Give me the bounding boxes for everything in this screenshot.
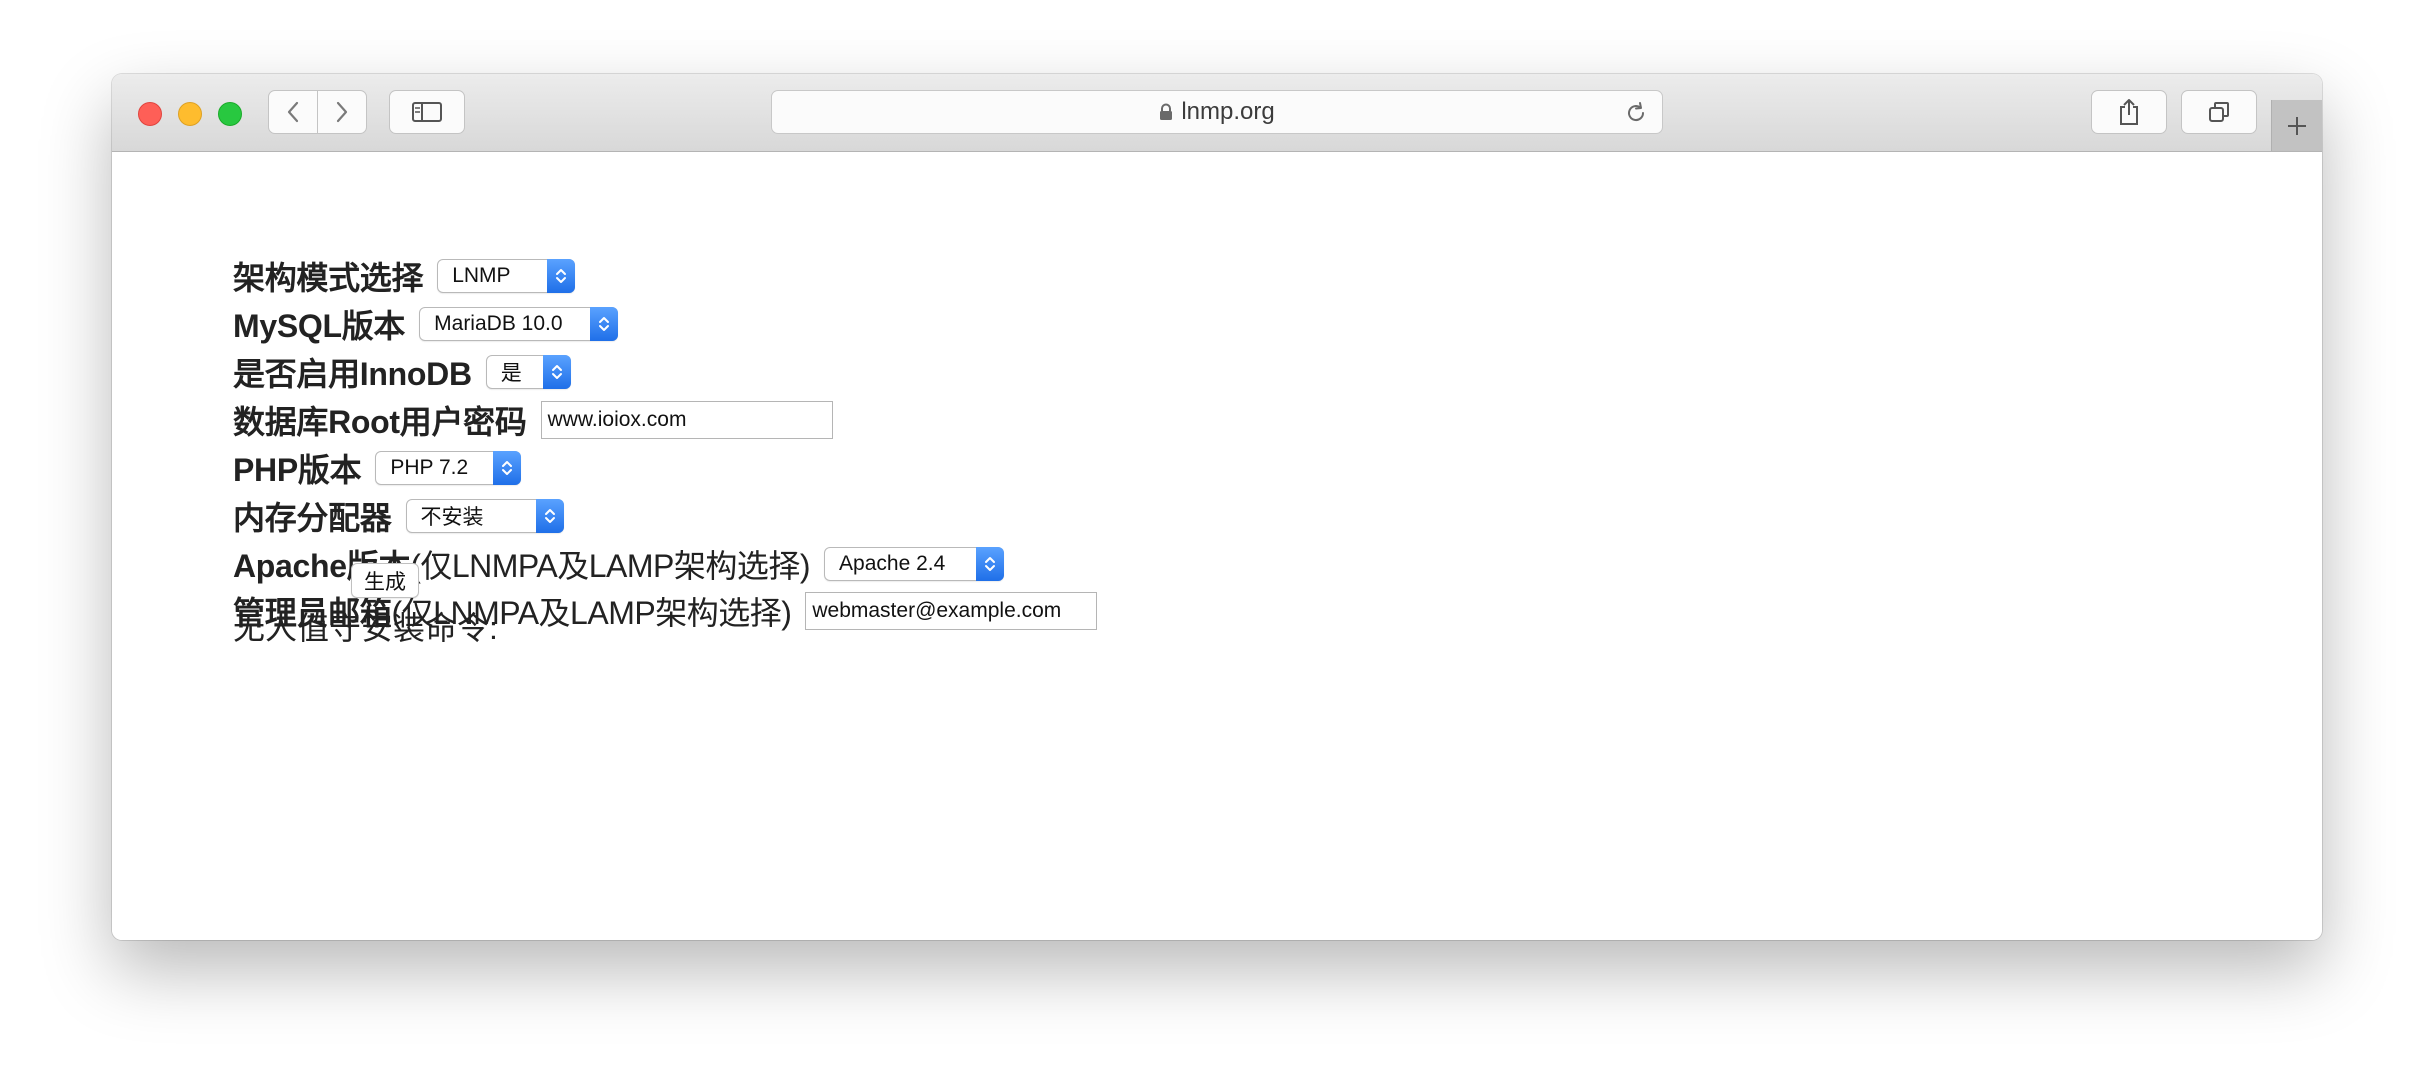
zoom-window-button[interactable] bbox=[218, 102, 242, 126]
arch-select[interactable]: LNMP bbox=[437, 259, 576, 293]
forward-button[interactable] bbox=[317, 90, 367, 134]
chevron-updown-icon bbox=[493, 451, 522, 485]
email-input[interactable]: webmaster@example.com bbox=[805, 592, 1098, 630]
share-icon bbox=[2120, 99, 2138, 125]
show-tabs-button[interactable] bbox=[2181, 90, 2257, 134]
php-select-value: PHP 7.2 bbox=[390, 456, 469, 479]
toolbar: lnmp.org bbox=[112, 74, 2322, 152]
chevron-updown-icon bbox=[590, 307, 619, 341]
allocator-select[interactable]: 不安装 bbox=[405, 499, 564, 533]
mysql-label: MySQL版本 bbox=[233, 308, 406, 344]
reload-icon[interactable] bbox=[1624, 101, 1648, 125]
minimize-window-button[interactable] bbox=[178, 102, 202, 126]
back-button[interactable] bbox=[268, 90, 318, 134]
php-select[interactable]: PHP 7.2 bbox=[375, 451, 522, 485]
chevron-updown-icon bbox=[547, 259, 576, 293]
close-window-button[interactable] bbox=[138, 102, 162, 126]
innodb-row: 是否启用InnoDB 是 bbox=[233, 350, 571, 394]
php-label: PHP版本 bbox=[233, 452, 362, 488]
root-pwd-row: 数据库Root用户密码 www.ioiox.com bbox=[233, 398, 833, 442]
chevron-updown-icon bbox=[976, 547, 1005, 581]
apache-note: (仅LNMPA及LAMP架构选择) bbox=[410, 548, 811, 584]
new-tab-button[interactable] bbox=[2271, 100, 2322, 151]
forward-icon bbox=[336, 101, 348, 123]
innodb-select[interactable]: 是 bbox=[485, 355, 571, 389]
sidebar-icon bbox=[412, 102, 442, 122]
generate-button[interactable]: 生成 bbox=[351, 563, 419, 598]
root-pwd-label: 数据库Root用户密码 bbox=[233, 404, 527, 440]
innodb-select-value: 是 bbox=[500, 362, 522, 385]
arch-select-value: LNMP bbox=[452, 264, 511, 287]
php-row: PHP版本 PHP 7.2 bbox=[233, 446, 522, 490]
mysql-select[interactable]: MariaDB 10.0 bbox=[419, 307, 619, 341]
lock-icon bbox=[1160, 103, 1173, 120]
allocator-row: 内存分配器 不安装 bbox=[233, 494, 564, 538]
url-text: lnmp.org bbox=[1181, 98, 1275, 125]
apache-row: Apache版本 (仅LNMPA及LAMP架构选择) Apache 2.4 bbox=[233, 542, 1005, 586]
chevron-updown-icon bbox=[542, 355, 571, 389]
sidebar-button[interactable] bbox=[389, 90, 465, 134]
root-pwd-input[interactable]: www.ioiox.com bbox=[540, 401, 833, 439]
apache-select-value: Apache 2.4 bbox=[839, 552, 946, 575]
allocator-select-value: 不安装 bbox=[420, 506, 484, 529]
address-bar[interactable]: lnmp.org bbox=[771, 90, 1663, 134]
plus-icon bbox=[2288, 116, 2306, 135]
mysql-select-value: MariaDB 10.0 bbox=[434, 312, 563, 335]
install-command-label: 无人值守安装命令: bbox=[233, 610, 498, 646]
back-icon bbox=[287, 101, 299, 123]
mysql-row: MySQL版本 MariaDB 10.0 bbox=[233, 302, 619, 346]
allocator-label: 内存分配器 bbox=[233, 500, 392, 536]
share-button[interactable] bbox=[2091, 90, 2167, 134]
innodb-label: 是否启用InnoDB bbox=[233, 356, 472, 392]
apache-select[interactable]: Apache 2.4 bbox=[824, 547, 1005, 581]
arch-row: 架构模式选择 LNMP bbox=[233, 254, 576, 298]
arch-label: 架构模式选择 bbox=[233, 260, 424, 296]
tabs-icon bbox=[2209, 102, 2229, 122]
chevron-updown-icon bbox=[535, 499, 564, 533]
